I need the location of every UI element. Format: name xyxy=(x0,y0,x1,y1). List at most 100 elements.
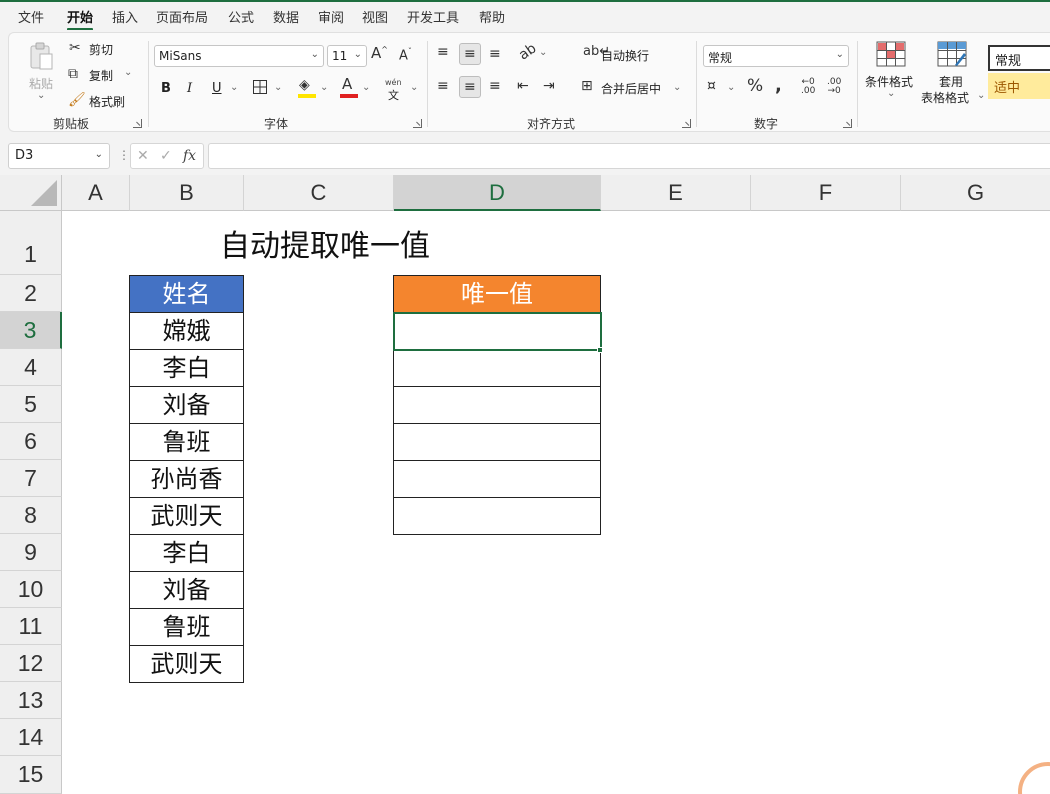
font-color-button[interactable]: A xyxy=(339,77,361,99)
underline-button[interactable]: U xyxy=(212,81,222,96)
clipboard-launcher-icon[interactable] xyxy=(133,119,142,128)
copy-button[interactable]: 复制 xyxy=(89,67,113,84)
name-cell[interactable]: 嫦娥 xyxy=(129,312,244,350)
align-top-icon[interactable]: ≡ xyxy=(437,45,449,59)
row-header-13[interactable]: 13 xyxy=(0,682,62,719)
orientation-icon[interactable]: ab xyxy=(516,40,539,63)
name-cell[interactable]: 李白 xyxy=(129,349,244,387)
phonetic-dropdown-icon[interactable]: ⌄ xyxy=(410,83,418,93)
increase-decimal-icon[interactable]: ←0.00 xyxy=(801,78,815,96)
align-right-icon[interactable]: ≡ xyxy=(489,79,501,93)
copy-dropdown-icon[interactable]: ⌄ xyxy=(124,68,132,78)
font-size-select[interactable]: 11 ⌄ xyxy=(327,45,367,67)
column-header-c[interactable]: C xyxy=(244,175,394,211)
column-header-e[interactable]: E xyxy=(601,175,751,211)
column-header-b[interactable]: B xyxy=(130,175,244,211)
align-center-button[interactable]: ≡ xyxy=(459,76,481,98)
font-color-dropdown-icon[interactable]: ⌄ xyxy=(362,83,370,93)
merge-dropdown-icon[interactable]: ⌄ xyxy=(673,83,681,93)
menu-file[interactable]: 文件 xyxy=(18,7,44,26)
menu-developer[interactable]: 开发工具 xyxy=(407,7,459,26)
row-header-1[interactable]: 1 xyxy=(0,211,62,275)
sheet-title[interactable]: 自动提取唯一值 xyxy=(220,221,430,265)
menu-help[interactable]: 帮助 xyxy=(479,7,505,26)
formula-bar-resize-handle[interactable]: ⋮ xyxy=(118,148,130,162)
italic-button[interactable]: I xyxy=(187,81,192,96)
fill-handle[interactable] xyxy=(597,347,603,353)
decrease-indent-icon[interactable]: ⇤ xyxy=(517,79,529,93)
select-all-button[interactable] xyxy=(0,175,62,211)
menu-view[interactable]: 视图 xyxy=(362,7,388,26)
unique-value-cell[interactable] xyxy=(393,423,601,461)
align-bottom-icon[interactable]: ≡ xyxy=(489,47,501,61)
orientation-dropdown-icon[interactable]: ⌄ xyxy=(539,48,547,58)
percent-icon[interactable]: % xyxy=(747,78,763,95)
column-header-a[interactable]: A xyxy=(62,175,130,211)
alignment-launcher-icon[interactable] xyxy=(682,119,691,128)
menu-data[interactable]: 数据 xyxy=(273,7,299,26)
comma-style-icon[interactable]: , xyxy=(775,77,782,95)
name-cell[interactable]: 李白 xyxy=(129,534,244,572)
name-cell[interactable]: 鲁班 xyxy=(129,608,244,646)
menu-formulas[interactable]: 公式 xyxy=(228,7,254,26)
cancel-icon[interactable]: ✕ xyxy=(137,148,149,164)
decrease-font-icon[interactable]: Aˇ xyxy=(399,48,412,63)
number-format-select[interactable]: 常规 ⌄ xyxy=(703,45,849,67)
font-name-select[interactable]: MiSans ⌄ xyxy=(154,45,324,67)
cut-button[interactable]: 剪切 xyxy=(89,41,113,58)
borders-dropdown-icon[interactable]: ⌄ xyxy=(274,83,282,93)
font-launcher-icon[interactable] xyxy=(413,119,422,128)
column-header-d[interactable]: D xyxy=(394,175,601,211)
unique-header-cell[interactable]: 唯一值 xyxy=(393,275,601,313)
unique-value-cell[interactable] xyxy=(393,460,601,498)
align-left-icon[interactable]: ≡ xyxy=(437,79,449,93)
unique-value-cell[interactable] xyxy=(393,386,601,424)
row-header-11[interactable]: 11 xyxy=(0,608,62,645)
row-header-9[interactable]: 9 xyxy=(0,534,62,571)
menu-home[interactable]: 开始 xyxy=(67,7,93,26)
number-launcher-icon[interactable] xyxy=(843,119,852,128)
name-cell[interactable]: 刘备 xyxy=(129,386,244,424)
cell-style-normal[interactable]: 常规 xyxy=(988,45,1050,71)
confirm-icon[interactable]: ✓ xyxy=(160,148,172,164)
column-header-g[interactable]: G xyxy=(901,175,1050,211)
phonetic-button[interactable]: wén 文 xyxy=(385,78,409,102)
row-header-7[interactable]: 7 xyxy=(0,460,62,497)
name-cell[interactable]: 孙尚香 xyxy=(129,460,244,498)
row-header-2[interactable]: 2 xyxy=(0,275,62,312)
wrap-text-button[interactable]: 自动换行 xyxy=(601,47,649,64)
underline-dropdown-icon[interactable]: ⌄ xyxy=(230,83,238,93)
table-format-button[interactable]: 套用 表格格式 ⌄ xyxy=(921,39,987,109)
menu-page-layout[interactable]: 页面布局 xyxy=(156,7,208,26)
currency-dropdown-icon[interactable]: ⌄ xyxy=(727,83,735,93)
name-header-cell[interactable]: 姓名 xyxy=(129,275,244,313)
name-cell[interactable]: 鲁班 xyxy=(129,423,244,461)
row-header-14[interactable]: 14 xyxy=(0,719,62,756)
fill-color-button[interactable]: ◈ xyxy=(297,78,319,100)
row-header-6[interactable]: 6 xyxy=(0,423,62,460)
align-middle-button[interactable]: ≡ xyxy=(459,43,481,65)
increase-indent-icon[interactable]: ⇥ xyxy=(543,79,555,93)
row-header-8[interactable]: 8 xyxy=(0,497,62,534)
paste-button[interactable]: 粘贴 ⌄ xyxy=(21,39,61,101)
merge-center-button[interactable]: 合并后居中 xyxy=(601,80,661,97)
fill-color-dropdown-icon[interactable]: ⌄ xyxy=(320,83,328,93)
formula-input[interactable] xyxy=(208,143,1050,169)
row-header-5[interactable]: 5 xyxy=(0,386,62,423)
increase-font-icon[interactable]: A^ xyxy=(371,46,388,61)
conditional-format-button[interactable]: 条件格式 ⌄ xyxy=(863,39,919,109)
row-header-12[interactable]: 12 xyxy=(0,645,62,682)
name-cell[interactable]: 武则天 xyxy=(129,497,244,535)
cell-style-neutral[interactable]: 适中 xyxy=(988,73,1050,99)
menu-insert[interactable]: 插入 xyxy=(112,7,138,26)
name-cell[interactable]: 刘备 xyxy=(129,571,244,609)
row-header-4[interactable]: 4 xyxy=(0,349,62,386)
paste-dropdown-icon[interactable]: ⌄ xyxy=(37,91,45,101)
currency-icon[interactable]: ¤ xyxy=(707,79,716,93)
name-box[interactable]: D3 ⌄ xyxy=(8,143,110,169)
bold-button[interactable]: B xyxy=(161,81,171,96)
row-header-15[interactable]: 15 xyxy=(0,756,62,794)
decrease-decimal-icon[interactable]: .00 →0 xyxy=(827,78,841,96)
unique-value-cell[interactable] xyxy=(393,349,601,387)
menu-review[interactable]: 审阅 xyxy=(318,7,344,26)
